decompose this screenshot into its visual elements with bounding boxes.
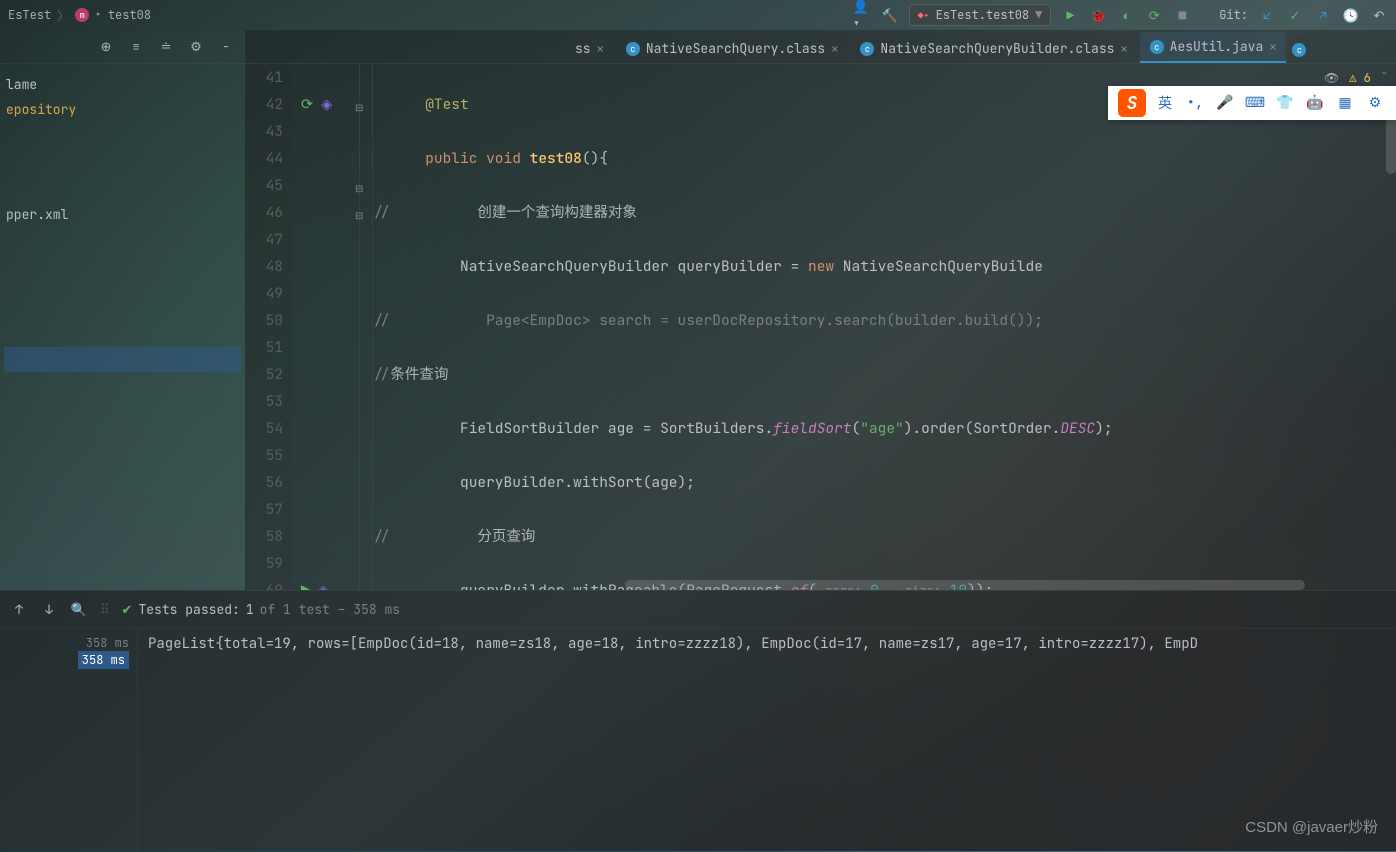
ime-grid-icon[interactable]: ▦ (1334, 92, 1356, 114)
test-toolbar: ↑ ↓ 🔍 ⠿ ✔ Tests passed: 1 of 1 test – 35… (0, 591, 1396, 629)
close-icon[interactable]: ✕ (597, 41, 604, 57)
build-hammer-icon[interactable]: 🔨 (881, 6, 899, 24)
breadcrumb-method[interactable]: test08 (108, 7, 151, 23)
git-commit-icon[interactable]: ✓ (1286, 6, 1304, 24)
line-number-gutter: 4142434445464748495051525354555657585960 (245, 64, 293, 590)
fold-icon[interactable]: ⊟ (355, 175, 365, 185)
run-gutter-icon[interactable]: ▶◈ (301, 577, 329, 590)
dropdown-chevron-icon: ▼ (1035, 7, 1042, 23)
check-icon: ✔ (122, 601, 133, 618)
breadcrumb[interactable]: EsTest 〉 m ▸ test08 (8, 7, 151, 24)
test-tree[interactable]: 358 ms 358 ms (0, 629, 137, 852)
fold-gutter[interactable]: ⊟ ⊟ ⊟ ⊟ (359, 64, 373, 590)
ime-robot-icon[interactable]: 🤖 (1304, 92, 1326, 114)
ime-logo-icon[interactable]: S (1118, 89, 1146, 117)
gutter-icons: ⟳◈ ▶◈ (293, 64, 359, 590)
ime-mic-icon[interactable]: 🎤 (1214, 92, 1236, 114)
breadcrumb-class[interactable]: EsTest (8, 7, 51, 23)
run-config-label: EsTest.test08 (936, 7, 1030, 23)
close-icon[interactable]: ✕ (831, 41, 838, 57)
fold-icon[interactable]: ⊟ (355, 580, 365, 590)
tab-partial[interactable]: ss ✕ (565, 34, 614, 63)
warning-badge[interactable]: ⚠ 6 (1349, 70, 1371, 86)
run-config-icon: ◆▸ (918, 9, 930, 22)
user-icon[interactable]: 👤▾ (853, 6, 871, 24)
ime-toolbar[interactable]: S 英 •, 🎤 ⌨ 👕 🤖 ▦ ⚙ (1108, 86, 1396, 120)
project-toolbar: ⊕ ≡ ≐ ⚙ − (0, 30, 245, 64)
git-pull-icon[interactable]: ↙ (1258, 6, 1276, 24)
stop-icon[interactable]: ■ (1173, 6, 1191, 24)
inspection-chevron-icon[interactable]: ˇ (1381, 70, 1388, 86)
collapse-all-icon[interactable]: ≐ (157, 38, 175, 56)
debug-icon[interactable]: 🐞 (1089, 6, 1107, 24)
test-output[interactable]: PageList{total=19, rows=[EmpDoc(id=18, n… (137, 629, 1396, 852)
test-time-selected[interactable]: 358 ms (78, 651, 129, 669)
tab-label: NativeSearchQuery.class (646, 40, 825, 57)
project-panel: ⊕ ≡ ≐ ⚙ − lame epository pper.xml (0, 30, 245, 590)
toolbar-divider: | (1201, 7, 1209, 24)
target-icon[interactable]: ⊕ (97, 38, 115, 56)
toolbar-divider: ⠿ (100, 601, 110, 618)
tests-passed-label: ✔ Tests passed: 1 of 1 test – 358 ms (122, 601, 401, 618)
git-label: Git: (1219, 7, 1248, 23)
class-icon: c (1292, 43, 1306, 57)
eye-off-icon[interactable]: 👁 (1324, 70, 1339, 86)
coverage-icon[interactable]: ◐ (1117, 6, 1135, 24)
tree-item[interactable]: lame (4, 72, 241, 97)
run-gutter-icon[interactable]: ⟳◈ (301, 91, 332, 118)
ime-gear-icon[interactable]: ⚙ (1364, 92, 1386, 114)
editor-tabs: ss ✕ c NativeSearchQuery.class ✕ c NativeSea… (245, 30, 1396, 64)
git-revert-icon[interactable]: ↶ (1370, 6, 1388, 24)
tab-label: NativeSearchQueryBuilder.class (880, 40, 1114, 57)
git-history-icon[interactable]: 🕓 (1342, 6, 1360, 24)
close-icon[interactable]: ✕ (1120, 41, 1127, 57)
code-area[interactable]: 4142434445464748495051525354555657585960… (245, 64, 1396, 590)
tree-item-selected[interactable] (4, 347, 241, 372)
folder-icon: ▸ (95, 8, 102, 22)
watermark: CSDN @javaer炒粉 (1245, 816, 1378, 837)
expand-all-icon[interactable]: ≡ (127, 38, 145, 56)
tab-nativesearchquery[interactable]: c NativeSearchQuery.class ✕ (616, 34, 849, 63)
tree-item[interactable]: epository (4, 97, 241, 122)
class-icon: c (626, 42, 640, 56)
inspection-badges[interactable]: 👁 ⚠ 6 ˇ (1324, 70, 1388, 86)
ime-punct-icon[interactable]: •, (1184, 92, 1206, 114)
tab-aesutil-active[interactable]: c AesUtil.java ✕ (1140, 32, 1287, 63)
class-icon: c (1150, 40, 1164, 54)
code-content[interactable]: @Test public void test08(){ // 创建一个查询构建器… (373, 64, 1396, 590)
top-toolbar: EsTest 〉 m ▸ test08 👤▾ 🔨 ◆▸ EsTest.test0… (0, 0, 1396, 30)
vertical-scrollbar[interactable] (1386, 94, 1396, 584)
horizontal-scrollbar[interactable] (625, 580, 1382, 590)
fold-icon[interactable]: ⊟ (355, 202, 365, 212)
gear-icon[interactable]: ⚙ (187, 38, 205, 56)
search-icon[interactable]: 🔍 (70, 601, 88, 619)
ime-keyboard-icon[interactable]: ⌨ (1244, 92, 1266, 114)
tab-label: ss (575, 40, 591, 57)
scroll-thumb[interactable] (625, 580, 1305, 590)
up-arrow-icon[interactable]: ↑ (10, 601, 28, 619)
profile-icon[interactable]: ⟳ (1145, 6, 1163, 24)
project-tree[interactable]: lame epository pper.xml (0, 64, 245, 380)
hide-icon[interactable]: − (217, 38, 235, 56)
run-config-selector[interactable]: ◆▸ EsTest.test08 ▼ (909, 4, 1052, 26)
git-push-icon[interactable]: ↗ (1314, 6, 1332, 24)
close-icon[interactable]: ✕ (1269, 39, 1276, 55)
down-arrow-icon[interactable]: ↓ (40, 601, 58, 619)
test-time[interactable]: 358 ms (0, 635, 129, 651)
test-run-panel: ↑ ↓ 🔍 ⠿ ✔ Tests passed: 1 of 1 test – 35… (0, 590, 1396, 851)
ime-shirt-icon[interactable]: 👕 (1274, 92, 1296, 114)
tree-item[interactable]: pper.xml (4, 202, 241, 227)
ime-lang[interactable]: 英 (1154, 92, 1176, 114)
tab-nativesearchquerybuilder[interactable]: c NativeSearchQueryBuilder.class ✕ (850, 34, 1137, 63)
tab-overflow[interactable]: c (1288, 37, 1310, 63)
class-icon: c (860, 42, 874, 56)
top-right-actions: 👤▾ 🔨 ◆▸ EsTest.test08 ▼ ▶ 🐞 ◐ ⟳ ■ | Git:… (853, 4, 1388, 26)
tab-label: AesUtil.java (1170, 38, 1264, 55)
fold-icon[interactable]: ⊟ (355, 94, 365, 104)
test-method-icon: m (75, 8, 89, 22)
breadcrumb-sep: 〉 (57, 7, 69, 24)
run-icon[interactable]: ▶ (1061, 6, 1079, 24)
